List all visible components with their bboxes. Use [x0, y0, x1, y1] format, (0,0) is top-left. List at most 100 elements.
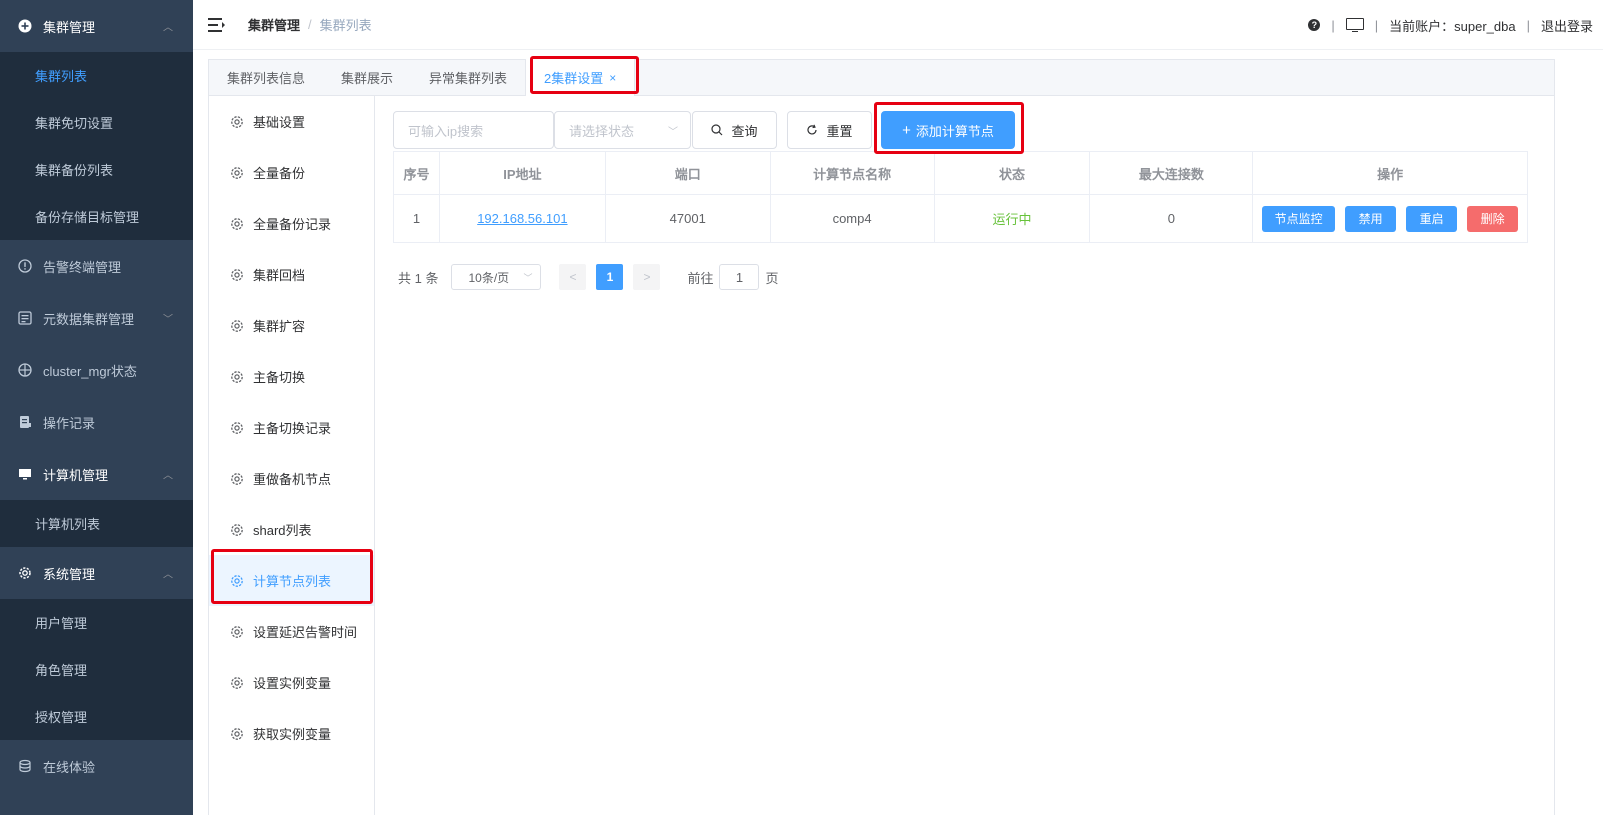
settings-menu-item[interactable]: 全量备份: [209, 147, 374, 198]
gear-icon: [230, 370, 244, 384]
sidebar-item-cluster-backup-list[interactable]: 集群备份列表: [0, 146, 193, 193]
ip-search-placeholder: 可输入ip搜索: [408, 123, 484, 139]
crosshair-icon: [17, 362, 33, 378]
header-separator: |: [1374, 17, 1379, 33]
sidebar-item-cluster-switch-settings[interactable]: 集群免切设置: [0, 99, 193, 146]
settings-menu-item[interactable]: 重做备机节点: [209, 453, 374, 504]
settings-menu-item[interactable]: 基础设置: [209, 96, 374, 147]
settings-menu-item[interactable]: 设置实例变量: [209, 657, 374, 708]
sidebar-group-operation-log[interactable]: 操作记录: [0, 396, 193, 448]
hamburger-icon[interactable]: [208, 17, 226, 32]
chevron-up-icon: ︿: [163, 22, 173, 34]
cell-actions: 节点监控 禁用 重启 删除: [1253, 195, 1528, 243]
sidebar-group-alert-terminal[interactable]: 告警终端管理: [0, 240, 193, 292]
gear-icon: [230, 472, 244, 486]
gear-icon: [230, 115, 244, 129]
disable-button[interactable]: 禁用: [1345, 205, 1397, 232]
settings-menu: 基础设置全量备份 全量备份记录集群回档集群扩容主备切换主备切换记录重做备机节点 sh…: [209, 96, 375, 815]
settings-menu-item[interactable]: 集群扩容: [209, 300, 374, 351]
chevron-left-icon: <: [569, 270, 577, 284]
settings-menu-label: 集群回档: [253, 268, 306, 283]
column-header: 最大连接数: [1090, 152, 1254, 195]
top-header: 集群管理 / 集群列表 ? | | 当前账户：super_dba | 退出登录: [193, 0, 1603, 50]
sidebar-group-system-mgmt[interactable]: 系统管理 ︿: [0, 547, 193, 599]
table-header-row: 序号 IP地址 端口 计算节点名称 状态 最大连接数 操作: [394, 152, 1528, 195]
sidebar-item-role-mgmt[interactable]: 角色管理: [0, 646, 193, 693]
settings-menu-item[interactable]: 主备切换: [209, 351, 374, 402]
cell-max-connections: 0: [1090, 195, 1254, 243]
settings-menu-item[interactable]: 设置延迟告警时间: [209, 606, 374, 657]
settings-menu-item[interactable]: shard列表: [209, 504, 374, 555]
tab-label: 异常集群列表: [429, 70, 508, 86]
reset-button[interactable]: 重置: [787, 111, 872, 149]
tab-label: 2集群设置: [544, 71, 604, 86]
sidebar-group-label: 元数据集群管理: [43, 311, 135, 327]
settings-menu-label: 基础设置: [253, 115, 306, 130]
page-size-value: 10条/页: [468, 270, 510, 285]
close-icon[interactable]: ×: [609, 71, 616, 85]
sidebar-item-backup-storage[interactable]: 备份存储目标管理: [0, 193, 193, 240]
tab-abnormal-cluster-list[interactable]: 异常集群列表: [411, 59, 525, 95]
status-select[interactable]: 请选择状态 ﹀: [554, 111, 691, 149]
restart-button[interactable]: 重启: [1406, 205, 1458, 232]
settings-menu-item[interactable]: 获取实例变量: [209, 708, 374, 759]
settings-menu-label: 获取实例变量: [253, 727, 332, 742]
cell-port: 47001: [605, 195, 771, 243]
node-monitor-button[interactable]: 节点监控: [1262, 205, 1336, 232]
add-label: 添加计算节点: [915, 123, 994, 139]
ip-link[interactable]: 192.168.56.101: [477, 211, 567, 226]
settings-menu-item[interactable]: 主备切换记录: [209, 402, 374, 453]
tab-cluster-display[interactable]: 集群展示: [323, 59, 411, 95]
ip-search-input[interactable]: 可输入ip搜索: [393, 111, 554, 149]
logout-link[interactable]: 退出登录: [1541, 16, 1593, 35]
monitor-icon[interactable]: [1345, 17, 1364, 33]
sidebar-group-cluster-mgmt[interactable]: 集群管理 ︿: [0, 0, 193, 52]
gear-icon: [230, 319, 244, 333]
tab-cluster-settings[interactable]: 2集群设置 ×: [525, 59, 636, 96]
sidebar-group-metadata-cluster[interactable]: 元数据集群管理 ﹀: [0, 292, 193, 344]
page-number-current[interactable]: 1: [596, 264, 624, 290]
refresh-icon: [807, 124, 818, 135]
add-compute-node-button[interactable]: + 添加计算节点: [881, 111, 1015, 149]
sidebar-group-computer-mgmt[interactable]: 计算机管理 ︿: [0, 448, 193, 500]
breadcrumb-item[interactable]: 集群管理: [248, 15, 300, 34]
gear-icon: [230, 625, 244, 639]
query-label: 查询: [731, 123, 758, 139]
help-icon[interactable]: ?: [1308, 19, 1321, 31]
gear-icon: [230, 421, 244, 435]
sidebar-group-online-trial[interactable]: 在线体验: [0, 740, 193, 792]
chevron-right-icon: >: [643, 270, 651, 284]
goto-page-input[interactable]: 1: [719, 264, 760, 290]
settings-menu-item[interactable]: 全量备份记录: [209, 198, 374, 249]
settings-menu-label: 主备切换: [253, 370, 306, 385]
database-icon: [17, 758, 33, 774]
column-header: 计算节点名称: [770, 152, 935, 195]
sidebar-group-cluster-mgr-status[interactable]: cluster_mgr状态: [0, 344, 193, 396]
tab-cluster-list-info[interactable]: 集群列表信息: [209, 59, 323, 95]
settings-menu-label: shard列表: [253, 523, 312, 538]
sidebar-item-computer-list[interactable]: 计算机列表: [0, 500, 193, 547]
status-select-placeholder: 请选择状态: [569, 123, 635, 139]
sidebar-item-cluster-list[interactable]: 集群列表: [0, 52, 193, 99]
breadcrumb-item-current: 集群列表: [319, 18, 372, 33]
next-page-button[interactable]: >: [633, 264, 661, 290]
header-actions: ? | | 当前账户：super_dba | 退出登录: [1308, 0, 1593, 50]
sidebar-group-label: cluster_mgr状态: [43, 363, 137, 379]
sidebar-group-label: 告警终端管理: [43, 259, 122, 275]
chevron-down-icon: ﹀: [523, 272, 533, 283]
settings-menu-label: 重做备机节点: [253, 472, 332, 487]
gear-icon: [230, 574, 244, 588]
settings-menu-item[interactable]: 集群回档: [209, 249, 374, 300]
query-button[interactable]: 查询: [692, 111, 777, 149]
header-separator: |: [1331, 17, 1335, 33]
sidebar-item-user-mgmt[interactable]: 用户管理: [0, 599, 193, 646]
search-icon: [711, 124, 723, 136]
prev-page-button[interactable]: <: [559, 264, 587, 290]
gear-icon: [230, 523, 244, 537]
settings-menu-item[interactable]: 计算节点列表: [209, 555, 374, 606]
sidebar-item-auth-mgmt[interactable]: 授权管理: [0, 693, 193, 740]
gear-icon: [230, 268, 244, 282]
page-size-select[interactable]: 10条/页 ﹀: [451, 264, 542, 290]
plus-icon: +: [902, 121, 911, 139]
delete-button[interactable]: 删除: [1467, 205, 1519, 232]
